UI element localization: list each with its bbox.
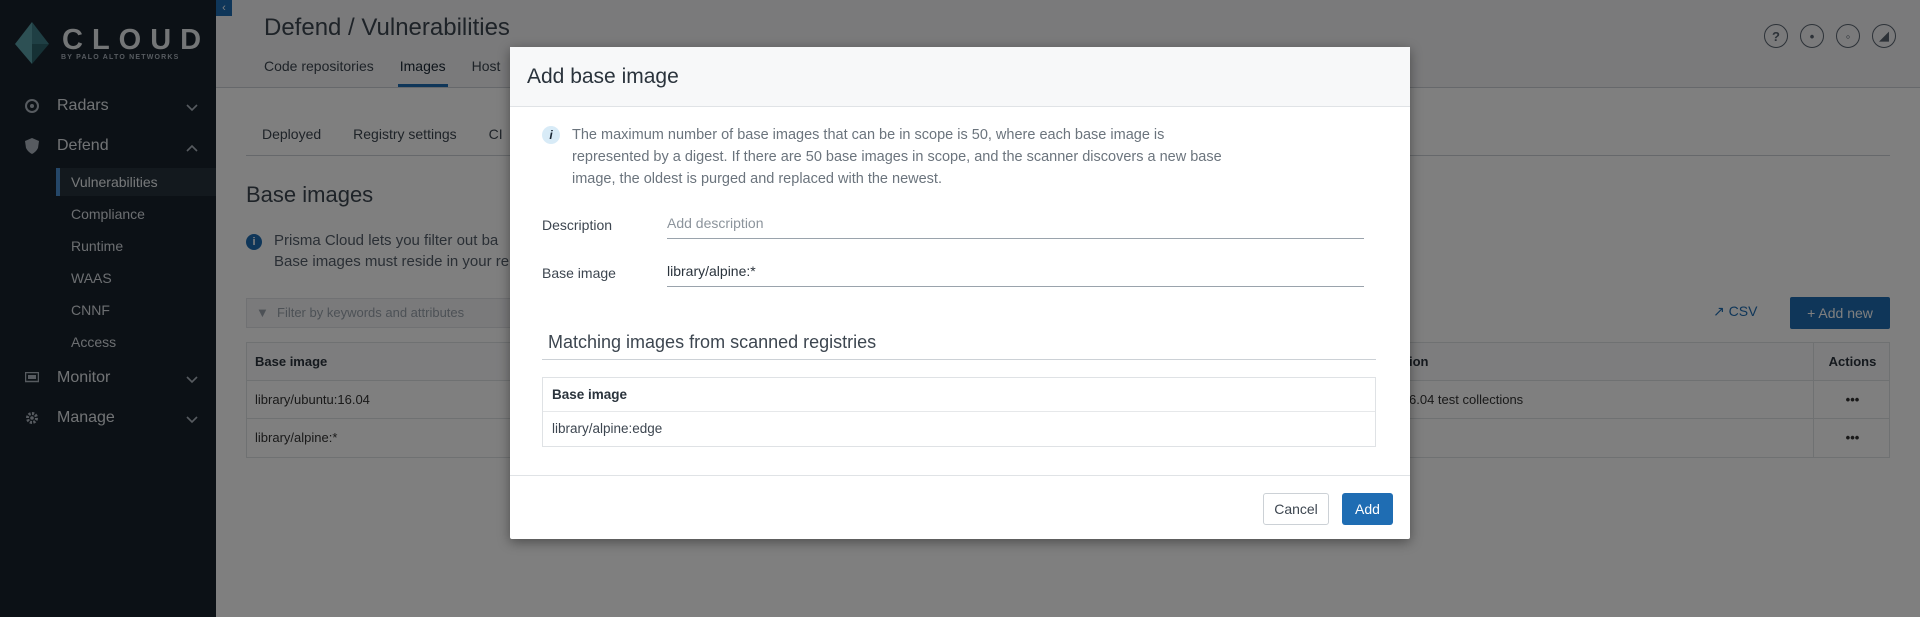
- description-label: Description: [542, 217, 613, 233]
- matching-images-table: Base image library/alpine:edge: [542, 377, 1376, 447]
- divider: [542, 359, 1376, 360]
- modal-header: Add base image: [510, 47, 1410, 107]
- modal-info-text: The maximum number of base images that c…: [572, 127, 1222, 187]
- cancel-button[interactable]: Cancel: [1263, 493, 1329, 525]
- base-image-input[interactable]: [667, 263, 1364, 279]
- matching-table-header: Base image: [543, 378, 1375, 412]
- table-row: library/alpine:edge: [552, 421, 663, 436]
- modal-info: i The maximum number of base images that…: [542, 124, 1242, 190]
- info-icon: i: [542, 126, 560, 144]
- description-input[interactable]: [667, 215, 1364, 231]
- description-field[interactable]: [667, 211, 1364, 239]
- modal-title: Add base image: [527, 65, 679, 88]
- matching-images-title: Matching images from scanned registries: [548, 332, 877, 352]
- modal-footer: Cancel Add: [510, 475, 1410, 539]
- base-image-label: Base image: [542, 265, 616, 281]
- add-button[interactable]: Add: [1342, 493, 1393, 525]
- base-image-field[interactable]: [667, 259, 1364, 287]
- add-base-image-dialog: Add base image i The maximum number of b…: [510, 47, 1410, 539]
